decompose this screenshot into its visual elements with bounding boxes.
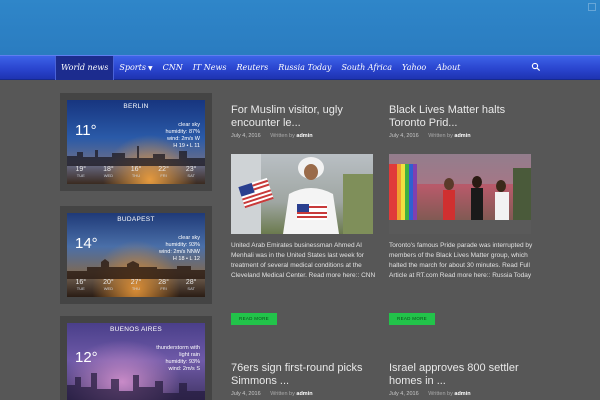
weather-forecast: 16° TUE 20° WED 27° THU 28° FRI 28° SAT — [67, 279, 205, 291]
article-date: July 4, 2016 — [231, 133, 261, 139]
article-meta: July 4, 2016 Written by admin — [231, 133, 313, 139]
chevron-down-icon: ▼ — [147, 65, 153, 72]
article-excerpt: Toronto's famous Pride parade was interr… — [389, 242, 533, 279]
article-card: For Muslim visitor, ugly encounter le...… — [231, 104, 381, 334]
nav-item-russia-today[interactable]: Russia Today — [273, 56, 336, 80]
weather-city: BUDAPEST — [117, 216, 155, 223]
nav-item-about[interactable]: About — [431, 56, 465, 80]
article-title[interactable]: 76ers sign first-round picks Simmons ... — [231, 362, 381, 388]
weather-details: clear sky humidity: 93% wind: 2m/s NNW H… — [159, 235, 200, 262]
forecast-day: 22° FRI — [158, 166, 169, 178]
article-photo — [389, 154, 531, 234]
forecast-day: 28° FRI — [158, 279, 169, 291]
city-photo-berlin: BERLIN 11° clear sky humidity: 87% wind:… — [67, 100, 205, 184]
article-card: Black Lives Matter halts Toronto Prid...… — [389, 104, 539, 334]
city-photo-budapest: BUDAPEST 14° clear sky humidity: 93% win… — [67, 213, 205, 297]
nav-item-yahoo[interactable]: Yahoo — [397, 56, 431, 80]
nav-menu: World news Sports ▼ CNN IT News Reuters R… — [55, 56, 465, 80]
weather-city: BERLIN — [123, 103, 149, 110]
weather-widget-buenos-aires: BUENOS AIRES 12° thunderstorm with light… — [60, 316, 212, 400]
article-author[interactable]: admin — [454, 391, 470, 397]
nav-item-sports[interactable]: Sports ▼ — [114, 56, 157, 80]
forecast-day: 16° THU — [130, 166, 142, 178]
article-date: July 4, 2016 — [231, 391, 261, 397]
weather-widget-berlin: BERLIN 11° clear sky humidity: 87% wind:… — [60, 93, 212, 191]
forecast-day: 18° WED — [103, 166, 114, 178]
weather-current-temp: 12° — [75, 349, 98, 366]
article-title[interactable]: Black Lives Matter halts Toronto Prid... — [389, 104, 539, 130]
article-date: July 4, 2016 — [389, 133, 419, 139]
article-meta: July 4, 2016 Written by admin — [389, 391, 471, 397]
article-image[interactable] — [231, 154, 373, 234]
read-more-button[interactable]: READ MORE — [389, 313, 435, 325]
weather-city: BUENOS AIRES — [109, 326, 162, 333]
weather-current-temp: 14° — [75, 235, 98, 252]
article-card: 76ers sign first-round picks Simmons ...… — [231, 362, 381, 400]
article-card: Israel approves 800 settler homes in ...… — [389, 362, 539, 400]
read-more-button[interactable]: READ MORE — [231, 313, 277, 325]
forecast-day: 23° SAT — [185, 166, 197, 178]
article-excerpt: United Arab Emirates businessman Ahmed A… — [231, 242, 376, 279]
nav-item-world-news[interactable]: World news — [55, 56, 115, 80]
nav-item-reuters[interactable]: Reuters — [231, 56, 273, 80]
article-photo — [231, 154, 373, 234]
nav-item-cnn[interactable]: CNN — [158, 56, 188, 80]
weather-details: clear sky humidity: 87% wind: 2m/s W H 1… — [165, 122, 200, 149]
article-image[interactable] — [389, 154, 531, 234]
nav-item-south-africa[interactable]: South Africa — [336, 56, 397, 80]
forecast-day: 19° TUE — [75, 166, 87, 178]
article-title[interactable]: Israel approves 800 settler homes in ... — [389, 362, 539, 388]
article-meta: July 4, 2016 Written by admin — [389, 133, 471, 139]
article-meta: July 4, 2016 Written by admin — [231, 391, 313, 397]
forecast-day: 27° THU — [130, 279, 142, 291]
weather-details: thunderstorm with light rain humidity: 9… — [156, 345, 200, 372]
article-title[interactable]: For Muslim visitor, ugly encounter le... — [231, 104, 381, 130]
nav-item-it-news[interactable]: IT News — [188, 56, 232, 80]
search-icon[interactable] — [531, 62, 541, 72]
top-banner — [0, 0, 600, 55]
weather-current-temp: 11° — [75, 122, 97, 139]
article-author[interactable]: admin — [454, 133, 470, 139]
article-author[interactable]: admin — [296, 133, 312, 139]
main-navbar: World news Sports ▼ CNN IT News Reuters R… — [0, 55, 600, 80]
article-author[interactable]: admin — [296, 391, 312, 397]
article-date: July 4, 2016 — [389, 391, 419, 397]
city-photo-buenos-aires: BUENOS AIRES 12° thunderstorm with light… — [67, 323, 205, 400]
weather-widget-budapest: BUDAPEST 14° clear sky humidity: 93% win… — [60, 206, 212, 304]
weather-forecast: 19° TUE 18° WED 16° THU 22° FRI 23° SAT — [67, 166, 205, 178]
forecast-day: 28° SAT — [185, 279, 197, 291]
forecast-day: 16° TUE — [75, 279, 87, 291]
forecast-day: 20° WED — [103, 279, 114, 291]
banner-corner-icon — [588, 3, 596, 11]
